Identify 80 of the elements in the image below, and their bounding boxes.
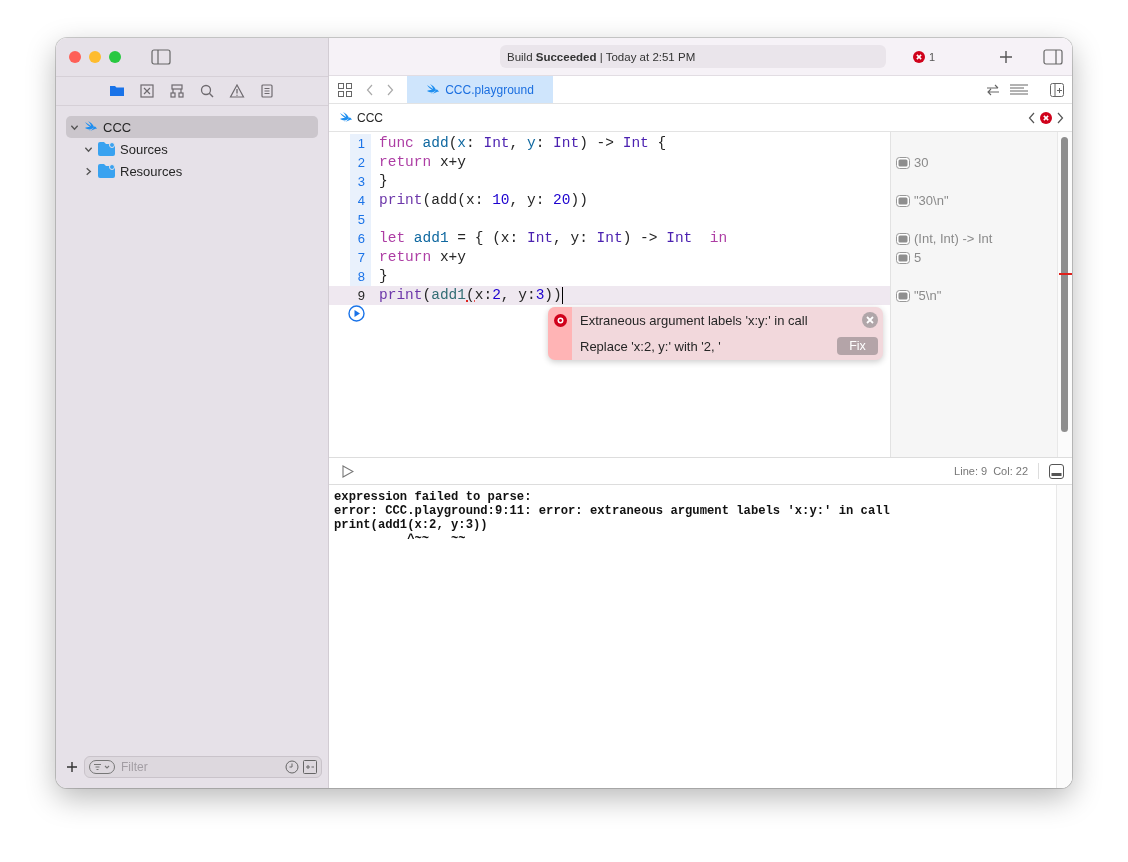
code-line: print(add1(x:2, y:3)): [379, 286, 562, 305]
run-button[interactable]: [348, 305, 365, 322]
line-number: 2: [350, 153, 371, 172]
scrollbar-thumb[interactable]: [1061, 137, 1068, 432]
code-line: let add1 = { (x: Int, y: Int) -> Int in: [379, 229, 728, 248]
code-line: return x+y: [379, 248, 467, 267]
close-button[interactable]: [69, 51, 81, 63]
line-number: 8: [350, 267, 371, 286]
warning-icon[interactable]: [229, 83, 245, 99]
bird-icon: [339, 111, 353, 124]
sidebar-toggle-icon[interactable]: [151, 49, 171, 65]
line-number: 3: [350, 172, 371, 191]
filter-field[interactable]: Filter: [84, 756, 322, 778]
console-line: error: CCC.playground:9:11: error: extraneous argument labels 'x:y:' in call: [334, 504, 891, 518]
folder-icon[interactable]: [109, 83, 125, 99]
editor-tab[interactable]: CCC.playground: [407, 76, 553, 103]
back-icon[interactable]: [1028, 111, 1036, 124]
add-icon[interactable]: [66, 761, 78, 773]
preview-icon[interactable]: [896, 251, 910, 264]
line-number: 4: [350, 191, 371, 210]
bird-icon: [426, 83, 441, 96]
add-editor-icon[interactable]: [1050, 82, 1064, 97]
close-icon[interactable]: [862, 312, 878, 328]
folder-icon: [98, 164, 115, 178]
hierarchy-icon[interactable]: [169, 83, 185, 99]
result-value: "5\n": [914, 288, 942, 303]
error-count[interactable]: 1: [929, 50, 936, 63]
grid-icon[interactable]: [338, 82, 352, 97]
add-icon[interactable]: [999, 49, 1014, 64]
preview-icon[interactable]: [896, 289, 910, 302]
code-line: }: [379, 267, 388, 286]
code-line: func add(x: Int, y: Int) -> Int {: [379, 134, 667, 153]
line-number: 6: [350, 229, 371, 248]
line-number: 7: [350, 248, 371, 267]
code-line: return x+y: [379, 153, 467, 172]
build-status: Build Succeeded | Today at 2:51 PM: [500, 45, 886, 68]
code-line: }: [379, 172, 388, 191]
line-number: 9: [356, 287, 366, 305]
chevron-icon[interactable]: [84, 166, 93, 176]
issue-message: Extraneous argument labels 'x:y:' in call: [580, 312, 808, 328]
filter-input[interactable]: Filter: [119, 759, 281, 775]
text-cursor: [561, 287, 564, 304]
inspector-toggle-icon[interactable]: [1043, 48, 1064, 65]
result-value: (Int, Int) -> Int: [914, 231, 993, 246]
forward-icon[interactable]: [1056, 111, 1064, 124]
x-box-icon[interactable]: [139, 83, 155, 99]
console-line: expression failed to parse:: [334, 490, 533, 504]
result-value: 5: [914, 250, 922, 265]
result-value: 30: [914, 155, 929, 170]
console-line: ^~~ ~~: [406, 532, 467, 546]
console-line: print(add1(x:2, y:3)): [334, 518, 489, 532]
preview-icon[interactable]: [896, 194, 910, 207]
error-marker: [1059, 273, 1072, 275]
list-icon[interactable]: [259, 83, 275, 99]
error-icon: [913, 50, 925, 63]
tree-item[interactable]: Resources: [66, 160, 318, 182]
breadcrumb[interactable]: CCC: [357, 110, 383, 125]
fix-suggestion: Replace 'x:2, y:' with '2, ': [580, 338, 721, 354]
diff-icon[interactable]: [303, 760, 317, 774]
column-indicator: Col: 22: [993, 465, 1028, 477]
filter-menu-icon[interactable]: [89, 760, 115, 774]
line-number: 1: [350, 134, 371, 153]
lines-icon[interactable]: [1010, 83, 1028, 96]
preview-icon[interactable]: [896, 232, 910, 245]
result-value: "30\n": [914, 193, 949, 208]
console-toggle-icon[interactable]: [1049, 463, 1064, 479]
folder-icon: [98, 142, 115, 156]
line-number: 5: [350, 210, 371, 229]
clock-icon[interactable]: [285, 760, 299, 774]
bird-icon: [84, 121, 98, 133]
tree-item[interactable]: Sources: [66, 138, 318, 160]
swap-icon[interactable]: [986, 83, 1000, 96]
preview-icon[interactable]: [896, 156, 910, 169]
play-icon[interactable]: [341, 464, 354, 478]
tree-item[interactable]: CCC: [66, 116, 318, 138]
line-indicator: Line: 9: [954, 465, 988, 477]
code-line: print(add(x: 10, y: 20)): [379, 191, 588, 210]
error-icon: [1040, 111, 1052, 124]
error-icon: [553, 314, 567, 327]
search-icon[interactable]: [199, 83, 215, 99]
